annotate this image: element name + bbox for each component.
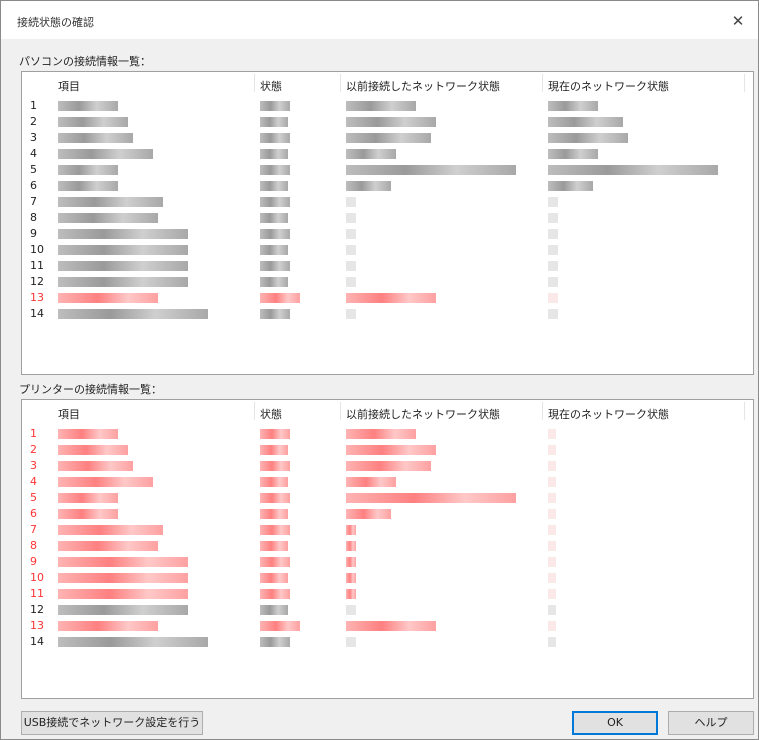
close-icon[interactable]: ✕ <box>728 11 748 31</box>
row-number: 11 <box>30 259 44 272</box>
row-number: 3 <box>30 131 37 144</box>
column-header-item[interactable]: 項目 <box>58 78 80 94</box>
printer-list-label: プリンターの接続情報一覧： <box>19 383 162 396</box>
row-number: 10 <box>30 243 44 256</box>
table-row[interactable]: 11 <box>22 586 753 602</box>
table-row[interactable]: 4 <box>22 474 753 490</box>
row-number: 9 <box>30 555 37 568</box>
table-row[interactable]: 1 <box>22 98 753 114</box>
table-row[interactable]: 5 <box>22 162 753 178</box>
pc-connection-list[interactable]: 項目 状態 以前接続したネットワーク状態 現在のネットワーク状態 1234567… <box>21 71 754 375</box>
row-number: 5 <box>30 491 37 504</box>
table-row[interactable]: 9 <box>22 226 753 242</box>
row-number: 1 <box>30 427 37 440</box>
column-header-status[interactable]: 状態 <box>260 406 282 422</box>
connection-status-dialog: 接続状態の確認 ✕ パソコンの接続情報一覧： 項目 状態 以前接続したネットワー… <box>0 0 759 740</box>
row-number: 8 <box>30 211 37 224</box>
row-number: 6 <box>30 507 37 520</box>
row-number: 10 <box>30 571 44 584</box>
table-row[interactable]: 11 <box>22 258 753 274</box>
row-number: 3 <box>30 459 37 472</box>
row-number: 6 <box>30 179 37 192</box>
column-header-item[interactable]: 項目 <box>58 406 80 422</box>
table-row[interactable]: 3 <box>22 458 753 474</box>
table-row[interactable]: 10 <box>22 570 753 586</box>
column-header-current-network[interactable]: 現在のネットワーク状態 <box>548 78 669 94</box>
table-row[interactable]: 8 <box>22 538 753 554</box>
table-row[interactable]: 7 <box>22 522 753 538</box>
column-header-previous-network[interactable]: 以前接続したネットワーク状態 <box>346 78 500 94</box>
row-number: 13 <box>30 291 44 304</box>
table-row[interactable]: 13 <box>22 290 753 306</box>
table-row[interactable]: 6 <box>22 178 753 194</box>
table-row[interactable]: 14 <box>22 306 753 322</box>
table-row[interactable]: 2 <box>22 114 753 130</box>
row-number: 2 <box>30 115 37 128</box>
pc-list-header: 項目 状態 以前接続したネットワーク状態 現在のネットワーク状態 <box>22 72 753 94</box>
usb-network-setup-button[interactable]: USB接続でネットワーク設定を行う <box>21 711 203 735</box>
row-number: 7 <box>30 195 37 208</box>
printer-list-header: 項目 状態 以前接続したネットワーク状態 現在のネットワーク状態 <box>22 400 753 422</box>
pc-list-label: パソコンの接続情報一覧： <box>19 55 151 68</box>
row-number: 8 <box>30 539 37 552</box>
row-number: 14 <box>30 307 44 320</box>
table-row[interactable]: 2 <box>22 442 753 458</box>
ok-button[interactable]: OK <box>572 711 658 735</box>
dialog-title: 接続状態の確認 <box>17 16 94 29</box>
help-button[interactable]: ヘルプ <box>668 711 754 735</box>
table-row[interactable]: 9 <box>22 554 753 570</box>
table-row[interactable]: 1 <box>22 426 753 442</box>
table-row[interactable]: 6 <box>22 506 753 522</box>
row-number: 5 <box>30 163 37 176</box>
column-header-previous-network[interactable]: 以前接続したネットワーク状態 <box>346 406 500 422</box>
row-number: 13 <box>30 619 44 632</box>
table-row[interactable]: 5 <box>22 490 753 506</box>
table-row[interactable]: 4 <box>22 146 753 162</box>
title-bar: 接続状態の確認 ✕ <box>1 1 758 39</box>
table-row[interactable]: 12 <box>22 274 753 290</box>
row-number: 9 <box>30 227 37 240</box>
printer-connection-list[interactable]: 項目 状態 以前接続したネットワーク状態 現在のネットワーク状態 1234567… <box>21 399 754 699</box>
table-row[interactable]: 3 <box>22 130 753 146</box>
row-number: 12 <box>30 603 44 616</box>
table-row[interactable]: 14 <box>22 634 753 650</box>
row-number: 11 <box>30 587 44 600</box>
column-header-status[interactable]: 状態 <box>260 78 282 94</box>
row-number: 14 <box>30 635 44 648</box>
table-row[interactable]: 10 <box>22 242 753 258</box>
row-number: 4 <box>30 475 37 488</box>
table-row[interactable]: 13 <box>22 618 753 634</box>
table-row[interactable]: 7 <box>22 194 753 210</box>
row-number: 4 <box>30 147 37 160</box>
column-header-current-network[interactable]: 現在のネットワーク状態 <box>548 406 669 422</box>
table-row[interactable]: 8 <box>22 210 753 226</box>
row-number: 2 <box>30 443 37 456</box>
row-number: 1 <box>30 99 37 112</box>
row-number: 12 <box>30 275 44 288</box>
row-number: 7 <box>30 523 37 536</box>
table-row[interactable]: 12 <box>22 602 753 618</box>
